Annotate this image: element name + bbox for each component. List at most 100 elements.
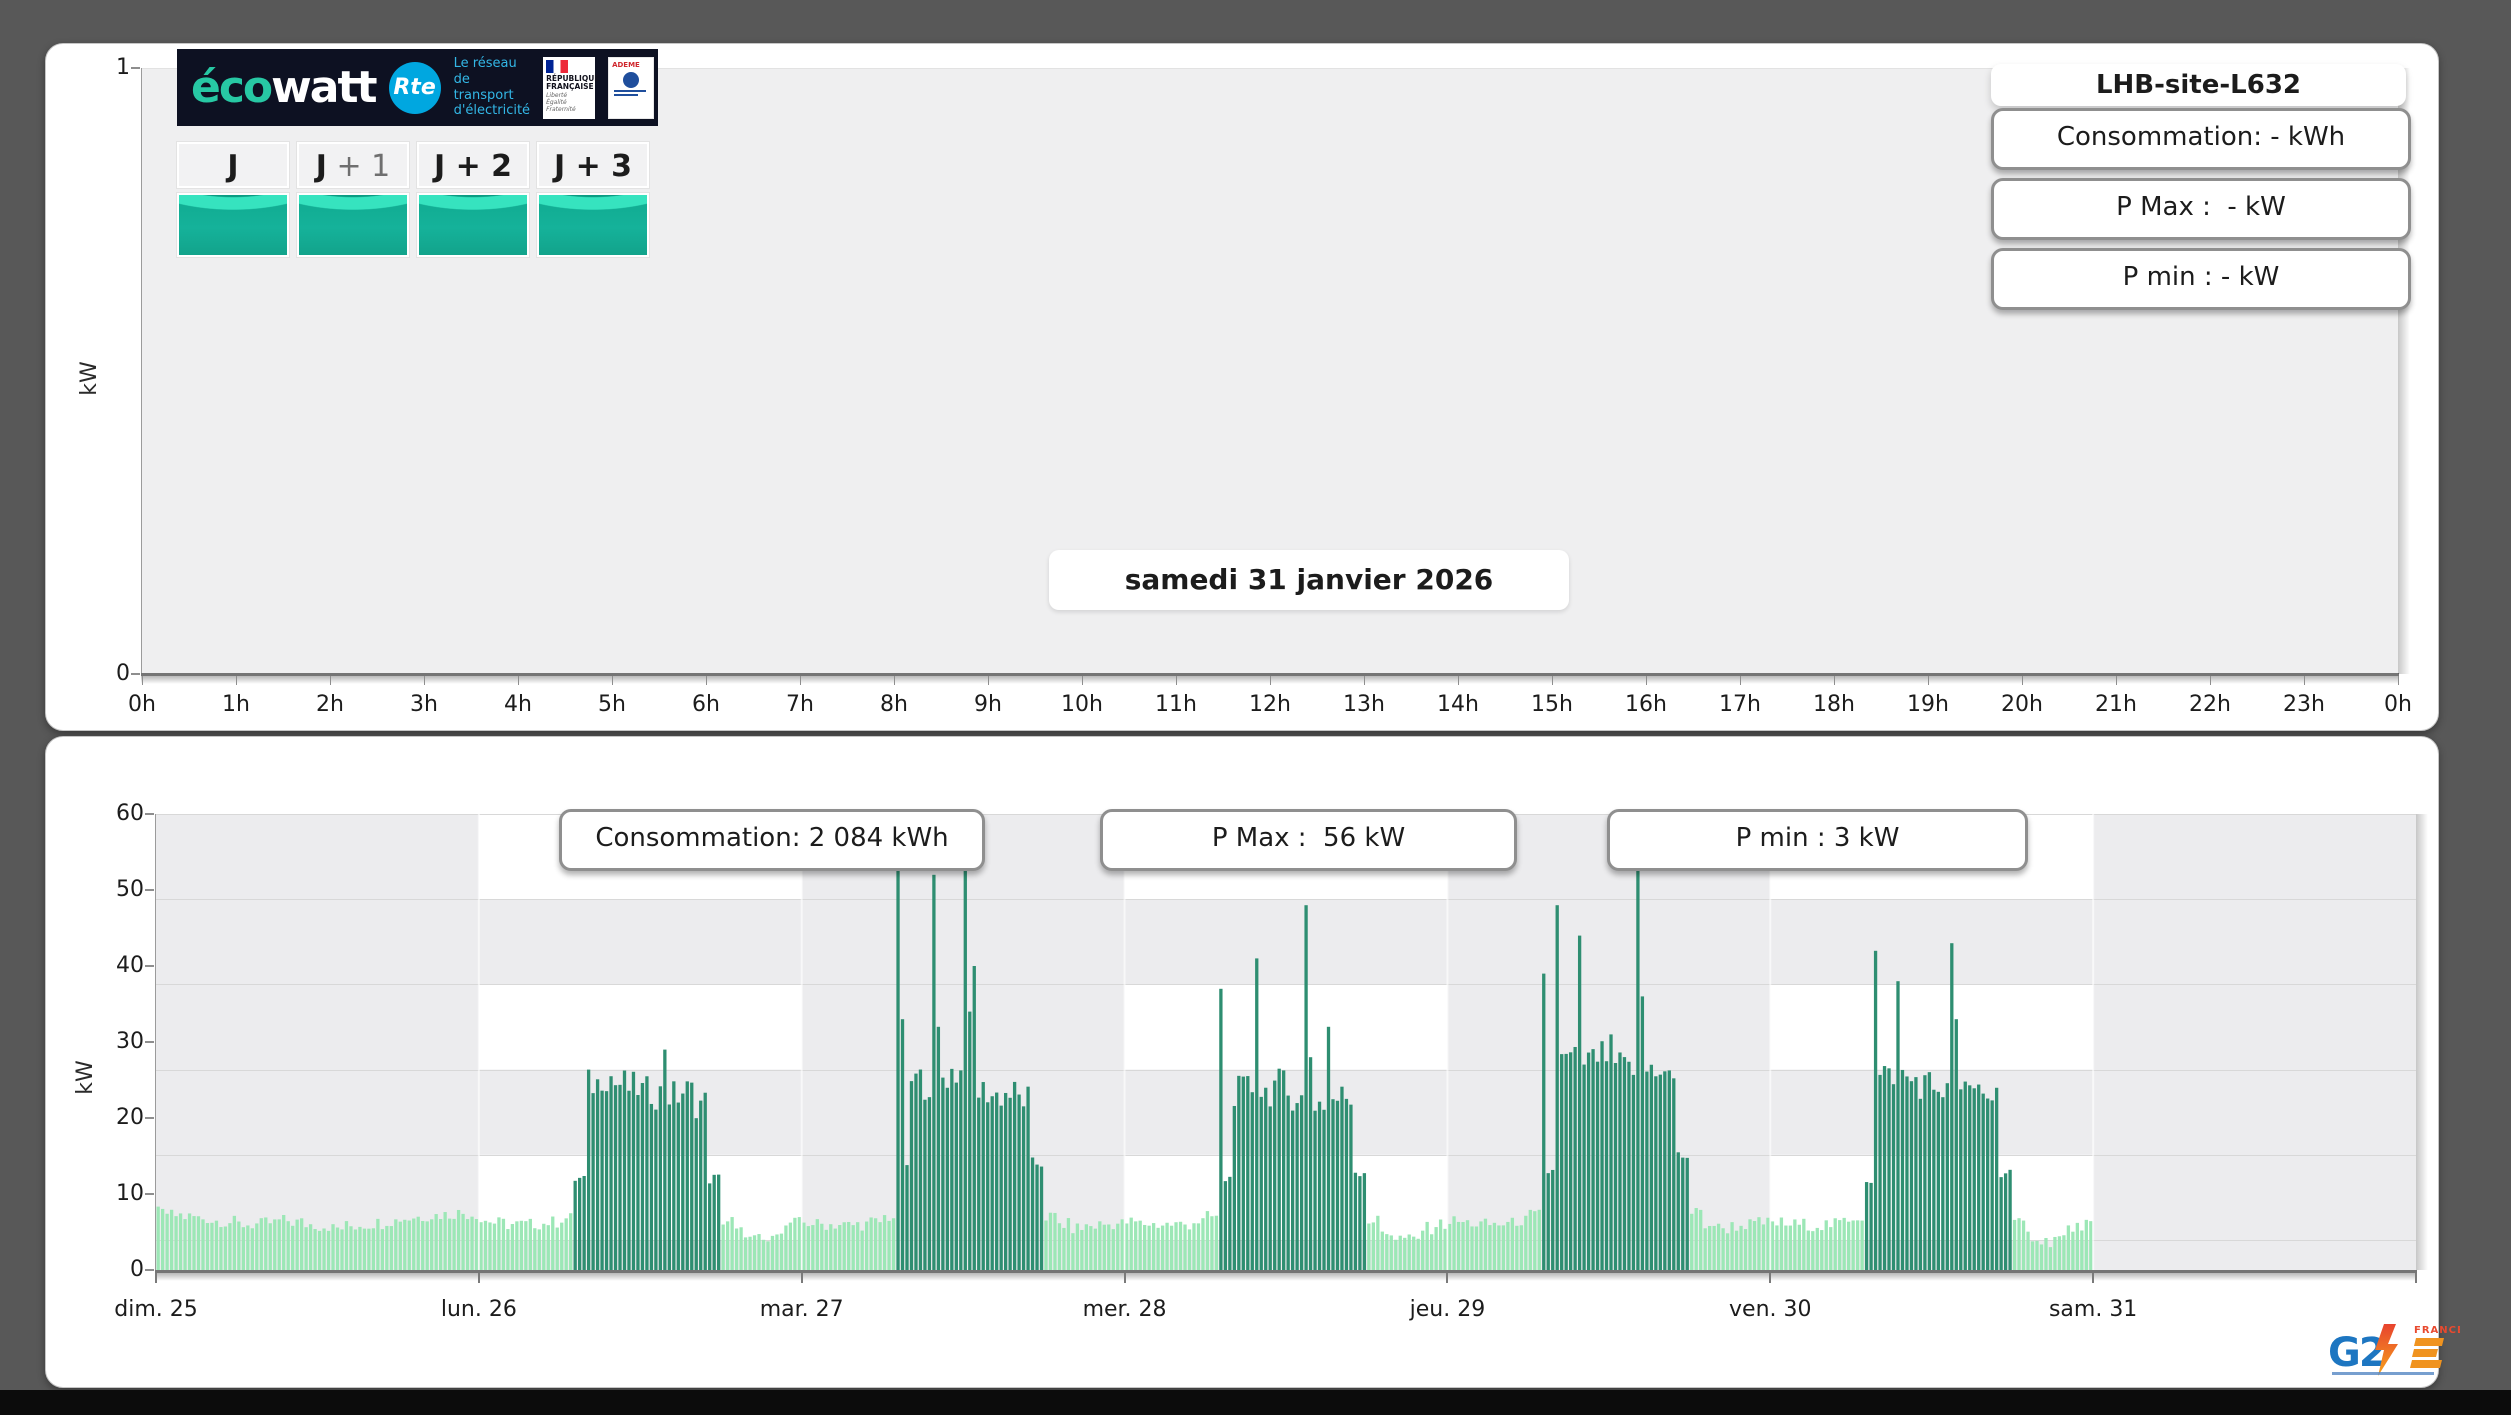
day-tab-j[interactable]: J (177, 142, 289, 188)
consumption-bar (1066, 1218, 1071, 1270)
consumption-bar (1595, 1061, 1600, 1270)
consumption-bar (914, 1073, 918, 1270)
consumption-bar (286, 1221, 290, 1270)
top-hour-tick (1552, 676, 1553, 685)
consumption-bar (403, 1219, 407, 1270)
consumption-bar (1766, 1217, 1770, 1270)
consumption-bar (1909, 1081, 1914, 1270)
rte-logo-icon: Rte (388, 61, 441, 114)
top-hour-tick (1928, 676, 1929, 685)
consumption-bar (1968, 1085, 1972, 1270)
grid-band (1124, 899, 1448, 985)
g2-e-bar-icon (2410, 1360, 2442, 1368)
consumption-bar (1815, 1227, 1819, 1270)
top-hour-tick (330, 676, 331, 685)
consumption-bar (770, 1235, 775, 1270)
top-hour-tick (2022, 676, 2023, 685)
consumption-bar (752, 1235, 757, 1270)
consumption-bar (1694, 1208, 1698, 1270)
consumption-bar (1362, 1173, 1367, 1270)
consumption-bar (775, 1234, 779, 1270)
ecowatt-day-status-icon[interactable] (417, 193, 529, 257)
top-hour-tick-label: 4h (504, 692, 532, 717)
consumption-bar (712, 1174, 716, 1270)
ecowatt-day-status-icon[interactable] (537, 193, 649, 257)
bottom-y-tick-label: 30 (116, 1029, 144, 1054)
consumption-bar (1237, 1075, 1241, 1270)
ecowatt-logo: écowatt (191, 62, 378, 113)
consumption-bar (295, 1219, 299, 1270)
consumption-bar (192, 1216, 196, 1270)
top-hour-tick-label: 9h (974, 692, 1002, 717)
consumption-bar (443, 1212, 447, 1270)
consumption-bar (492, 1223, 497, 1270)
consumption-bar (1555, 905, 1559, 1270)
consumption-bar (779, 1233, 784, 1270)
top-hour-tick (706, 676, 707, 685)
consumption-bar (1542, 973, 1546, 1270)
day-separator-line (800, 814, 803, 1270)
consumption-bar (672, 1081, 676, 1270)
consumption-bar (1788, 1225, 1793, 1270)
consumption-bar-chart[interactable] (156, 814, 2416, 1270)
consumption-bar (210, 1222, 214, 1270)
day-tab-j+2[interactable]: J + 2 (417, 142, 529, 188)
day-tab-j+3[interactable]: J + 3 (537, 142, 649, 188)
rte-logo-text: Rte (393, 75, 436, 100)
consumption-bar (1923, 1075, 1927, 1270)
consumption-bar (232, 1215, 237, 1270)
french-republic-logo: RÉPUBLIQUE FRANÇAISE Liberté Égalité Fra… (543, 56, 599, 119)
consumption-bar (1667, 1070, 1671, 1270)
consumption-bar (1371, 1222, 1375, 1270)
rte-tagline: Le réseau de transport d'électricité (454, 56, 531, 118)
ecowatt-day-status-icon[interactable] (297, 193, 409, 257)
consumption-bar (882, 1215, 887, 1270)
consumption-bar (1569, 1052, 1573, 1270)
consumption-bar (954, 1082, 958, 1270)
consumption-bar (483, 1220, 488, 1270)
consumption-bar (945, 1087, 950, 1270)
consumption-bar (1793, 1219, 1797, 1270)
top-hour-tick-label: 20h (2001, 692, 2043, 717)
consumption-bar (1784, 1225, 1788, 1270)
consumption-bar (1703, 1228, 1707, 1270)
consumption-bar (237, 1221, 241, 1270)
consumption-bar (1820, 1230, 1824, 1270)
consumption-bar (1048, 1212, 1053, 1270)
consumption-bar (340, 1229, 344, 1270)
ecowatt-day-status-icon[interactable] (177, 193, 289, 257)
consumption-bar (1389, 1235, 1393, 1270)
consumption-bar (1577, 935, 1582, 1270)
rte-tagline-line3: d'électricité (453, 103, 531, 119)
consumption-bar (788, 1222, 793, 1270)
consumption-bar (578, 1177, 582, 1270)
day-tab-label: J (227, 149, 239, 184)
consumption-bar (1174, 1222, 1178, 1270)
consumption-bar (784, 1225, 788, 1270)
top-hour-tick-label: 0h (2384, 692, 2412, 717)
consumption-bar (1205, 1211, 1210, 1270)
consumption-bar (1219, 988, 1223, 1270)
grid-band (478, 1069, 802, 1155)
consumption-bar (725, 1221, 730, 1270)
consumption-bar (1093, 1228, 1097, 1270)
g2-e-bar-icon (2414, 1338, 2444, 1346)
day-tab-j+1[interactable]: J + 1 (297, 142, 409, 188)
top-hour-tick-label: 0h (128, 692, 156, 717)
day-band (156, 814, 479, 1270)
consumption-bar (367, 1228, 371, 1270)
consumption-bar (613, 1085, 618, 1270)
top-hour-tick (1834, 676, 1835, 685)
top-hour-tick-label: 16h (1625, 692, 1667, 717)
consumption-bar (878, 1222, 882, 1270)
rte-tagline-line2: de transport (453, 71, 514, 103)
consumption-bar (1349, 1104, 1353, 1270)
consumption-bar (977, 1097, 981, 1270)
consumption-bar (1802, 1218, 1806, 1270)
today-forecast-panel: kW écowatt Rte Le réseau de transport d'… (45, 43, 2439, 731)
consumption-bar (1286, 1095, 1290, 1270)
consumption-bar (1537, 1209, 1541, 1270)
consumption-bar (564, 1218, 568, 1270)
consumption-bar (255, 1223, 259, 1270)
consumption-bar (501, 1218, 506, 1270)
